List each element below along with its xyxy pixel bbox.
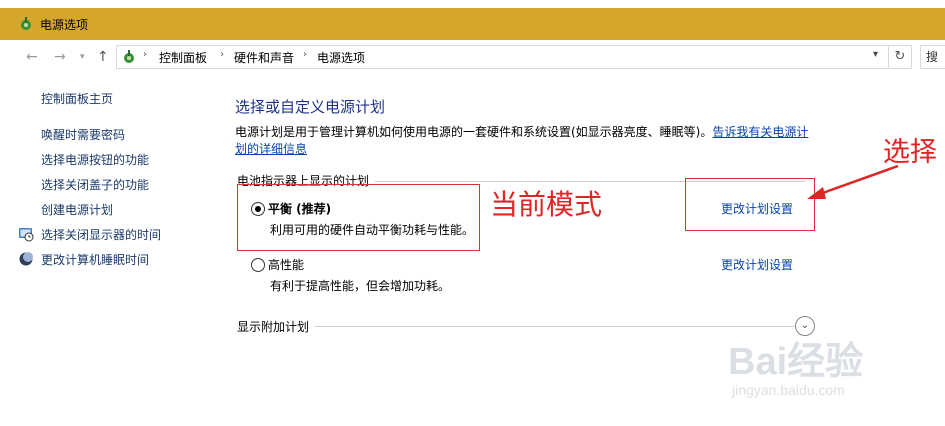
breadcrumb-hardware-sound[interactable]: 硬件和声音 (234, 49, 294, 66)
change-settings-highlight-box (685, 178, 815, 231)
search-input[interactable]: 搜 (920, 45, 945, 69)
sidebar-item-power-button[interactable]: 选择电源按钮的功能 (41, 151, 149, 168)
address-bar: ← → ▾ ↑ › 控制面板 › 硬件和声音 › 电源选项 ▾ ↻ 搜 (0, 40, 945, 74)
sidebar-item-lid-close[interactable]: 选择关闭盖子的功能 (41, 176, 149, 193)
sidebar-item-sleep-time[interactable]: 更改计算机睡眠时间 (41, 251, 149, 268)
back-arrow-icon[interactable]: ← (26, 49, 38, 65)
refresh-icon[interactable]: ↻ (888, 45, 912, 69)
sidebar-home-link[interactable]: 控制面板主页 (41, 90, 113, 107)
forward-arrow-icon[interactable]: → (54, 49, 66, 65)
page-description: 电源计划是用于管理计算机如何使用电源的一套硬件和系统设置(如显示器亮度、睡眠等)… (235, 124, 825, 158)
sidebar-item-create-plan[interactable]: 创建电源计划 (41, 201, 113, 218)
chevron-down-icon[interactable]: ⌄ (795, 316, 815, 336)
address-dropdown-icon[interactable]: ▾ (873, 49, 878, 60)
breadcrumb-power-options[interactable]: 电源选项 (317, 49, 365, 66)
plan-name-high-performance[interactable]: 高性能 (268, 256, 304, 273)
sidebar-item-wake-password[interactable]: 唤醒时需要密码 (41, 126, 125, 143)
power-options-icon (21, 17, 31, 30)
control-panel-icon (124, 50, 134, 63)
current-plan-highlight-box (237, 184, 480, 251)
sidebar-item-display-off[interactable]: 选择关闭显示器的时间 (41, 226, 161, 243)
window-title: 电源选项 (40, 18, 89, 32)
learn-more-link[interactable]: 告诉我有关电源计 (712, 125, 808, 139)
extra-plans-divider (315, 326, 805, 327)
address-box[interactable]: › 控制面板 › 硬件和声音 › 电源选项 ▾ (116, 45, 889, 69)
learn-more-link-continued[interactable]: 划的详细信息 (235, 142, 307, 156)
annotation-arrow (807, 164, 899, 199)
show-additional-plans-label[interactable]: 显示附加计划 (237, 318, 316, 335)
breadcrumb-separator-icon: › (220, 49, 224, 60)
breadcrumb-separator-icon: › (303, 49, 307, 60)
plan-radio-high-performance[interactable] (251, 258, 265, 272)
change-plan-settings-link-high-performance[interactable]: 更改计划设置 (721, 256, 793, 273)
window-titlebar: 电源选项 (0, 8, 945, 40)
breadcrumb-control-panel[interactable]: 控制面板 (159, 49, 207, 66)
annotation-current-mode: 当前模式 (490, 188, 603, 221)
monitor-clock-icon (19, 228, 34, 242)
breadcrumb-separator-icon: › (143, 49, 147, 60)
page-title: 选择或自定义电源计划 (235, 98, 386, 116)
up-arrow-icon[interactable]: ↑ (97, 49, 109, 65)
main-content: 选择或自定义电源计划 电源计划是用于管理计算机如何使用电源的一套硬件和系统设置(… (215, 80, 945, 426)
moon-icon (19, 252, 33, 266)
sidebar: 控制面板主页 唤醒时需要密码 选择电源按钮的功能 选择关闭盖子的功能 创建电源计… (0, 80, 215, 426)
description-text: 电源计划是用于管理计算机如何使用电源的一套硬件和系统设置(如显示器亮度、睡眠等)… (235, 125, 713, 139)
plan-description-high-performance: 有利于提高性能，但会增加功耗。 (270, 279, 451, 293)
recent-dropdown-icon[interactable]: ▾ (80, 52, 85, 62)
